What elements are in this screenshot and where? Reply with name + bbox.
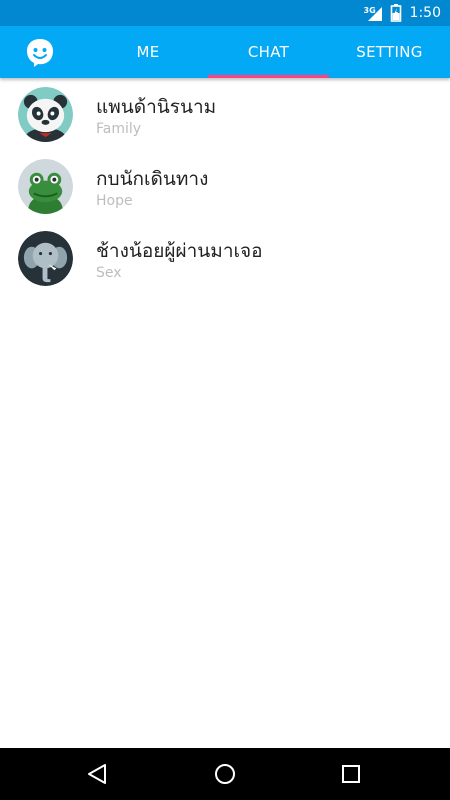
tab-chat-label: CHAT [247, 43, 290, 61]
chat-item-panda[interactable]: แพนด้านิรนาม Family [0, 80, 450, 152]
chat-list: แพนด้านิรนาม Family กบนักเดินทาง Hope ช้… [0, 80, 450, 296]
navigation-bar [0, 748, 450, 800]
tab-chat[interactable]: CHAT [208, 26, 329, 78]
home-icon[interactable] [210, 759, 240, 789]
tab-setting-label: SETTING [356, 43, 423, 61]
app-bar: ME CHAT SETTING [0, 26, 450, 78]
recents-icon[interactable] [336, 759, 366, 789]
chat-face-icon [27, 39, 53, 67]
chat-subtitle: Family [96, 121, 142, 137]
back-icon[interactable] [83, 759, 113, 789]
tab-setting[interactable]: SETTING [329, 26, 450, 78]
frog-avatar [18, 159, 73, 214]
status-bar: 3G 1:50 [0, 0, 450, 26]
elephant-avatar [18, 231, 73, 286]
status-time: 1:50 [409, 5, 441, 21]
network-type-label: 3G [363, 6, 376, 15]
signal-indicator: 3G [364, 3, 384, 23]
battery-icon [390, 4, 401, 22]
panda-avatar [18, 87, 73, 142]
tab-me[interactable]: ME [88, 26, 208, 78]
chat-name: กบนักเดินทาง [96, 168, 209, 190]
tab-me-label: ME [136, 43, 160, 61]
chat-item-elephant[interactable]: ช้างน้อยผู้ผ่านมาเจอ Sex [0, 224, 450, 296]
chat-subtitle: Hope [96, 193, 133, 209]
status-icons: 3G 1:50 [364, 0, 441, 26]
chat-item-frog[interactable]: กบนักเดินทาง Hope [0, 152, 450, 224]
tab-indicator [208, 75, 329, 78]
chat-subtitle: Sex [96, 265, 122, 281]
chat-name: แพนด้านิรนาม [96, 96, 217, 118]
chat-name: ช้างน้อยผู้ผ่านมาเจอ [96, 240, 263, 262]
